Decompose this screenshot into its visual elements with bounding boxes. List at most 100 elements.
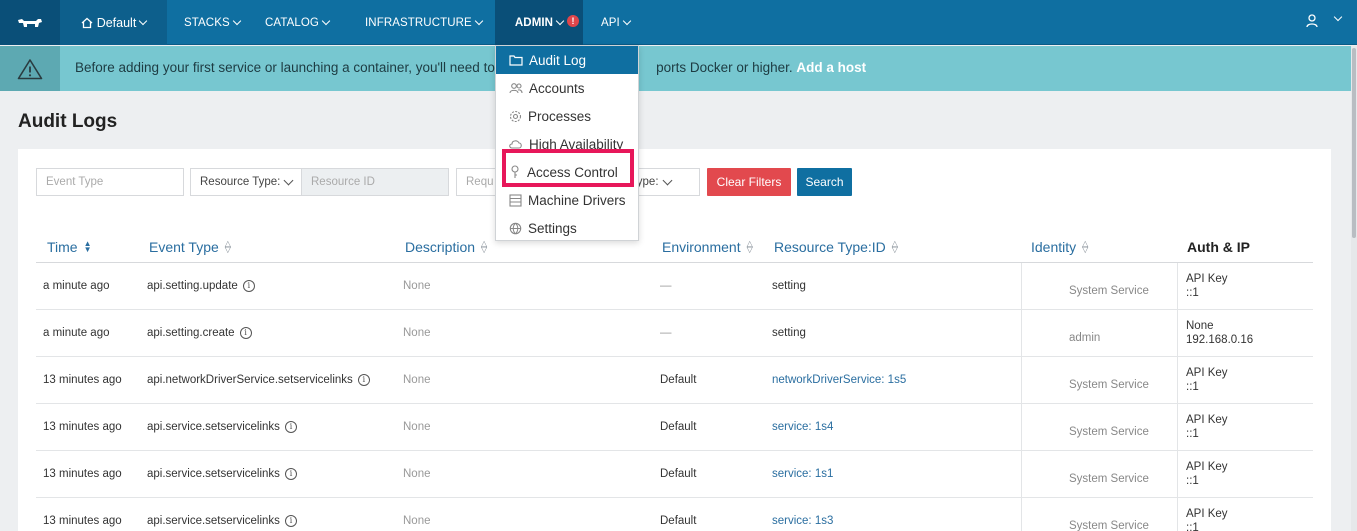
row-event-type: api.service.setservicelinks i — [147, 515, 297, 527]
row-resource-link[interactable]: service: 1s3 — [772, 515, 833, 527]
menu-item-audit-log[interactable]: Audit Log — [496, 46, 638, 74]
menu-item-label: Settings — [528, 220, 577, 236]
row-event-type-text: api.service.setservicelinks — [147, 421, 280, 434]
row-time: 13 minutes ago — [43, 468, 122, 480]
row-resource: setting — [772, 280, 806, 292]
info-icon[interactable]: i — [284, 421, 297, 433]
row-time: 13 minutes ago — [43, 421, 122, 433]
resource-type-select[interactable]: Resource Type: — [190, 168, 302, 196]
row-ip: ::1 — [1186, 475, 1199, 487]
row-resource-link[interactable]: service: 1s4 — [772, 421, 833, 433]
chevron-down-icon — [139, 16, 148, 25]
table-row: 13 minutes ago api.networkDriverService.… — [36, 357, 1313, 404]
menu-item-processes[interactable]: Processes — [496, 102, 638, 130]
row-event-type-text: api.setting.update — [147, 280, 238, 293]
row-event-type: api.service.setservicelinks i — [147, 468, 297, 480]
column-time[interactable]: Time ▲ ▼ — [47, 239, 92, 255]
row-time: a minute ago — [43, 327, 110, 339]
chevron-down-icon — [662, 175, 672, 185]
access-control-highlight-box — [502, 149, 634, 187]
info-icon[interactable]: i — [284, 468, 297, 480]
row-resource-link[interactable]: networkDriverService: 1s5 — [772, 374, 906, 386]
column-time-label: Time — [47, 239, 78, 255]
user-menu-chevron-icon[interactable] — [1333, 12, 1343, 22]
column-event-type[interactable]: Event Type △ ▽ — [149, 239, 231, 255]
server-icon — [509, 193, 522, 207]
admin-alert-badge: ! — [567, 15, 579, 27]
environment-switcher[interactable]: Default — [60, 0, 167, 45]
scrollbar-thumb[interactable] — [1352, 48, 1356, 238]
row-description: None — [403, 327, 431, 339]
row-auth: API Key::1 — [1186, 460, 1228, 488]
column-auth-ip: Auth & IP — [1187, 239, 1250, 255]
banner-message: Before adding your first service or laun… — [75, 60, 866, 75]
info-icon[interactable]: i — [239, 327, 252, 339]
row-description: None — [403, 421, 431, 433]
table-row: 13 minutes ago api.service.setservicelin… — [36, 404, 1313, 451]
row-resource: setting — [772, 327, 806, 339]
table-row: a minute ago api.setting.create i None — … — [36, 310, 1313, 357]
row-ip: ::1 — [1186, 428, 1199, 440]
rancher-logo[interactable] — [0, 0, 60, 45]
row-event-type-text: api.setting.create — [147, 327, 235, 340]
chevron-down-icon — [232, 16, 242, 25]
menu-item-accounts[interactable]: Accounts — [496, 74, 638, 102]
home-icon — [81, 17, 93, 28]
row-environment: Default — [660, 515, 697, 527]
table-row: a minute ago api.setting.update i None — … — [36, 263, 1313, 310]
row-auth-type: API Key — [1186, 508, 1228, 520]
nav-api[interactable]: API — [601, 0, 632, 45]
users-icon — [509, 83, 523, 94]
nav-catalog[interactable]: CATALOG — [265, 0, 331, 45]
column-environment[interactable]: Environment △ ▽ — [662, 239, 753, 255]
setup-banner: Before adding your first service or laun… — [0, 46, 1357, 91]
column-environment-label: Environment — [662, 239, 741, 255]
chevron-down-icon — [555, 16, 565, 25]
sort-icon: △ ▽ — [481, 239, 488, 254]
row-auth: API Key::1 — [1186, 507, 1228, 531]
row-resource-link[interactable]: service: 1s1 — [772, 468, 833, 480]
nav-stacks[interactable]: STACKS — [184, 0, 242, 45]
chevron-down-icon — [622, 16, 632, 25]
sort-icon: △ ▽ — [746, 239, 753, 254]
nav-infrastructure[interactable]: INFRASTRUCTURE — [365, 0, 484, 45]
row-time: a minute ago — [43, 280, 110, 292]
column-resource-type[interactable]: Resource Type:ID △ ▽ — [774, 239, 898, 255]
admin-dropdown-menu: Audit Log Accounts Processes High Availa… — [495, 45, 639, 241]
row-ip: ::1 — [1186, 381, 1199, 393]
table-row: 13 minutes ago api.service.setservicelin… — [36, 451, 1313, 498]
clear-filters-button[interactable]: Clear Filters — [707, 168, 791, 196]
row-event-type-text: api.service.setservicelinks — [147, 468, 280, 481]
info-icon[interactable]: i — [284, 515, 297, 527]
row-event-type: api.networkDriverService.setservicelinks… — [147, 374, 370, 386]
user-icon[interactable] — [1306, 14, 1318, 28]
info-icon[interactable]: i — [357, 374, 370, 386]
menu-item-label: Accounts — [529, 80, 585, 96]
add-host-link[interactable]: Add a host — [796, 60, 866, 75]
banner-text: Before adding your first service or laun… — [75, 60, 507, 75]
menu-item-machine-drivers[interactable]: Machine Drivers — [496, 186, 638, 214]
chevron-down-icon — [474, 16, 484, 25]
row-event-type-text: api.networkDriverService.setservicelinks — [147, 374, 353, 387]
search-button[interactable]: Search — [797, 168, 852, 196]
menu-item-label: Processes — [528, 108, 592, 124]
row-environment: Default — [660, 421, 697, 433]
nav-stacks-label: STACKS — [184, 16, 230, 29]
column-description-label: Description — [405, 239, 476, 255]
row-auth-type: None — [1186, 320, 1214, 332]
row-environment: Default — [660, 468, 697, 480]
menu-item-settings[interactable]: Settings — [496, 214, 638, 242]
nav-api-label: API — [601, 16, 620, 29]
column-description[interactable]: Description △ ▽ — [405, 239, 487, 255]
column-identity-label: Identity — [1031, 239, 1077, 255]
row-auth: API Key::1 — [1186, 272, 1228, 300]
info-icon[interactable]: i — [242, 280, 255, 292]
cow-logo-icon — [18, 18, 42, 27]
column-identity[interactable]: Identity △ ▽ — [1031, 239, 1088, 255]
top-nav: Default STACKS CATALOG INFRASTRUCTURE AD… — [0, 0, 1357, 45]
row-environment: — — [660, 327, 672, 339]
page-title: Audit Logs — [18, 111, 118, 132]
event-type-input[interactable]: Event Type — [36, 168, 184, 196]
resource-id-input[interactable]: Resource ID — [301, 168, 449, 196]
row-description: None — [403, 468, 431, 480]
